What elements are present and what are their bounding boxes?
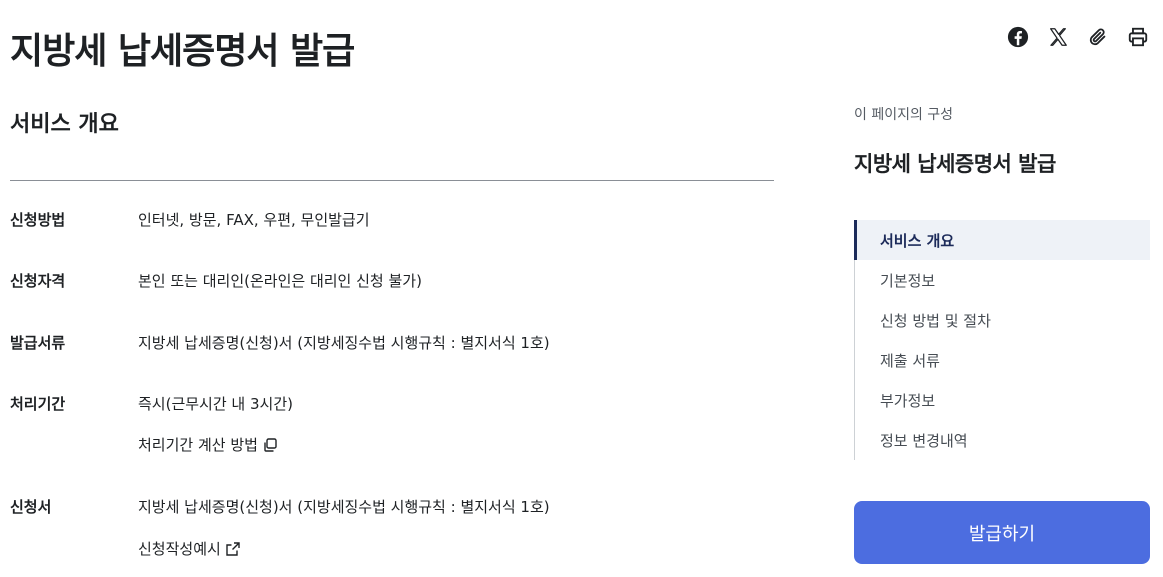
info-label: 신청서 (10, 498, 52, 516)
toc-caption: 이 페이지의 구성 (854, 107, 954, 123)
section-divider (10, 180, 774, 181)
share-toolbar (1007, 26, 1149, 48)
info-label: 신청자격 (10, 272, 66, 290)
toc-item-basic-info[interactable]: 기본정보 (855, 260, 1150, 300)
info-value: 지방세 납세증명(신청)서 (지방세징수법 시행규칙 : 별지서식 1호) (138, 498, 550, 516)
external-link-icon (226, 541, 240, 556)
facebook-icon[interactable] (1007, 26, 1029, 48)
toc-title: 지방세 납세증명서 발급 (854, 152, 1056, 176)
toc-item-documents[interactable]: 제출 서류 (855, 340, 1150, 380)
processing-time-calc-link[interactable]: 처리기간 계산 방법 (138, 434, 278, 455)
info-value: 인터넷, 방문, FAX, 우편, 무인발급기 (138, 211, 370, 229)
page-title: 지방세 납세증명서 발급 (10, 31, 355, 72)
link-label: 처리기간 계산 방법 (138, 436, 258, 454)
application-example-link[interactable]: 신청작성예시 (138, 538, 241, 559)
print-icon[interactable] (1127, 26, 1149, 48)
toc-item-additional-info[interactable]: 부가정보 (855, 380, 1150, 420)
toc-item-change-history[interactable]: 정보 변경내역 (855, 420, 1150, 460)
toc-nav: 서비스 개요 기본정보 신청 방법 및 절차 제출 서류 부가정보 정보 변경내… (854, 220, 1150, 460)
section-title-overview: 서비스 개요 (10, 112, 119, 137)
info-label: 신청방법 (10, 211, 66, 229)
copy-icon (264, 437, 277, 452)
info-value: 지방세 납세증명(신청)서 (지방세징수법 시행규칙 : 별지서식 1호) (138, 334, 550, 352)
x-icon[interactable] (1047, 26, 1069, 48)
info-label: 처리기간 (10, 395, 66, 413)
toc-item-procedure[interactable]: 신청 방법 및 절차 (855, 300, 1150, 340)
issue-button[interactable]: 발급하기 (854, 501, 1150, 564)
toc-item-overview[interactable]: 서비스 개요 (854, 220, 1150, 260)
link-label: 신청작성예시 (138, 540, 221, 558)
info-value: 본인 또는 대리인(온라인은 대리인 신청 불가) (138, 272, 422, 290)
info-value: 즉시(근무시간 내 3시간) (138, 395, 293, 413)
info-label: 발급서류 (10, 334, 66, 352)
link-icon[interactable] (1087, 26, 1109, 48)
